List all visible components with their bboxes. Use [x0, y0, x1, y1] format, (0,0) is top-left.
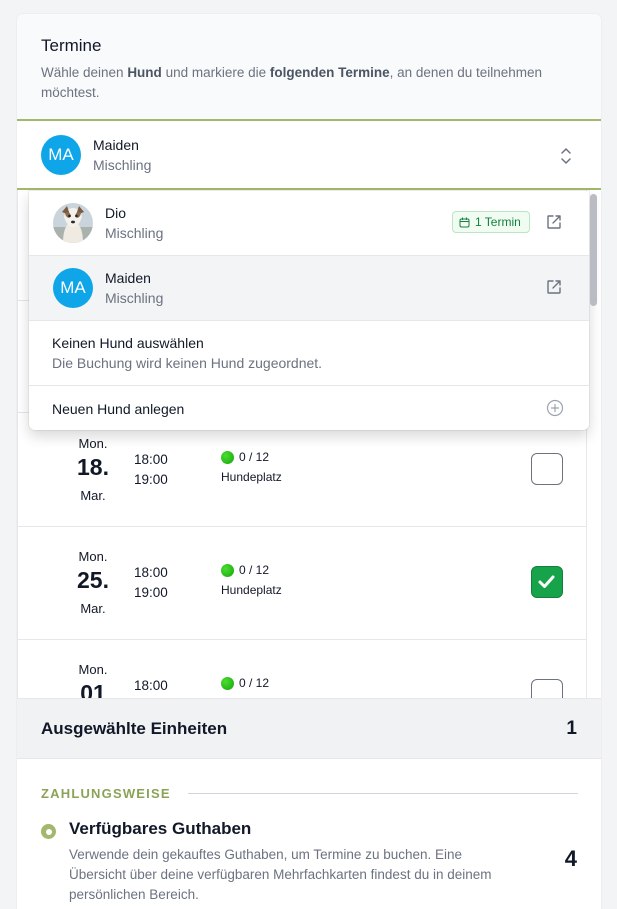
credit-balance: 4 [564, 846, 577, 871]
selected-dog-name: Maiden [93, 137, 139, 153]
weekday: Mon. [78, 549, 108, 564]
weekday: Mon. [78, 662, 108, 677]
external-link-icon[interactable] [545, 278, 563, 296]
dog-photo [53, 203, 93, 243]
selected-dog-breed: Mischling [93, 157, 152, 173]
status-dot [221, 451, 234, 464]
capacity: 0 / 12 [239, 563, 270, 577]
dog-dropdown: Dio Mischling 1 Termin MA Maiden Mischli… [29, 191, 589, 430]
day: 18. [77, 454, 109, 480]
option-dog-name: Dio [105, 205, 127, 221]
appointment-checkbox[interactable] [531, 453, 563, 485]
weekday: Mon. [78, 436, 108, 451]
external-link-icon[interactable] [545, 213, 563, 231]
day: 25. [77, 567, 109, 593]
plus-circle-icon [546, 399, 564, 417]
calendar-icon [459, 217, 470, 227]
end-time: 19:00 [134, 472, 168, 487]
page-title: Termine [41, 36, 102, 55]
location: Hundeplatz [221, 583, 282, 597]
summary-count: 1 [566, 718, 577, 739]
new-dog-label: Neuen Hund anlegen [52, 401, 185, 417]
no-dog-description: Die Buchung wird keinen Hund zugeordnet. [52, 355, 323, 371]
payment-title: Verfügbares Guthaben [69, 819, 252, 838]
appointment-checkbox[interactable] [531, 566, 563, 598]
start-time: 18:00 [134, 452, 168, 467]
dog-selector[interactable]: MA Maiden Mischling [17, 119, 601, 190]
status-dot [221, 564, 234, 577]
chevron-up-down-icon[interactable] [558, 145, 574, 167]
check-icon [538, 575, 555, 588]
avatar: MA [41, 135, 81, 175]
month: Mar. [80, 601, 106, 616]
table-row: Mon. 25. Mar. 18:00 19:00 0 / 12 Hundepl… [18, 527, 587, 640]
option-dog-breed: Mischling [105, 290, 164, 306]
start-time: 18:00 [134, 678, 168, 693]
option-dog-name: Maiden [105, 270, 151, 286]
dropdown-scrollbar[interactable] [590, 194, 597, 306]
payment-radio[interactable] [41, 824, 56, 839]
dropdown-option-new-dog[interactable]: Neuen Hund anlegen [29, 386, 589, 430]
month: Mar. [80, 488, 106, 503]
dropdown-option-dio[interactable]: Dio Mischling 1 Termin [29, 191, 589, 255]
appointments-card: Termine Wähle deinen Hund und markiere d… [17, 14, 601, 909]
page-subtitle: Wähle deinen Hund und markiere die folge… [41, 65, 543, 100]
divider [188, 793, 578, 794]
avatar: MA [53, 268, 93, 308]
capacity: 0 / 12 [239, 676, 270, 690]
card-header: Termine Wähle deinen Hund und markiere d… [17, 14, 601, 120]
capacity: 0 / 12 [239, 450, 270, 464]
status-dot [221, 677, 234, 690]
option-dog-breed: Mischling [105, 225, 164, 241]
appointment-count-badge: 1 Termin [452, 211, 530, 233]
payment-heading: ZAHLUNGSWEISE [41, 786, 171, 801]
dropdown-option-no-dog[interactable]: Keinen Hund auswählen Die Buchung wird k… [29, 321, 589, 385]
summary-label: Ausgewählte Einheiten [41, 719, 228, 738]
payment-description: Verwende dein gekauftes Guthaben, um Ter… [69, 847, 492, 902]
location: Hundeplatz [221, 470, 282, 484]
end-time: 19:00 [134, 585, 168, 600]
no-dog-title: Keinen Hund auswählen [52, 335, 204, 351]
dropdown-option-maiden[interactable]: MA Maiden Mischling [29, 256, 589, 320]
selected-units-summary: Ausgewählte Einheiten 1 [17, 698, 601, 759]
start-time: 18:00 [134, 565, 168, 580]
